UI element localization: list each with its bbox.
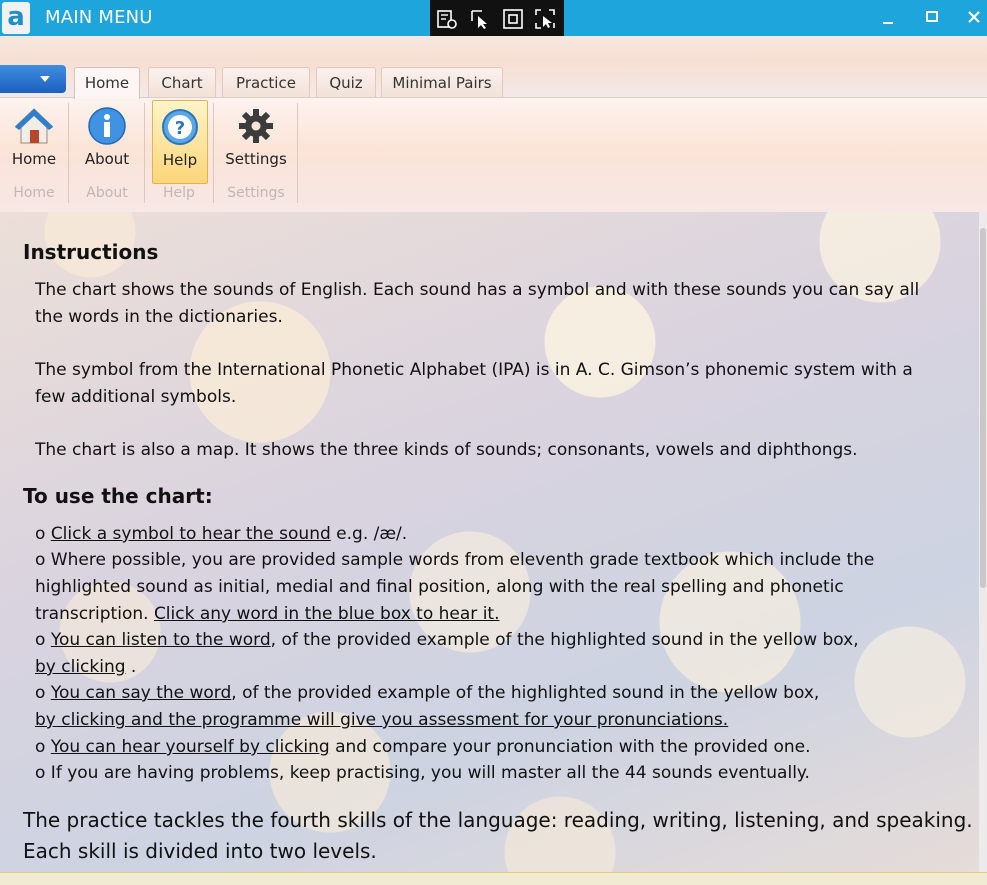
hear-yourself-link[interactable]: You can hear yourself by clicking xyxy=(51,737,330,757)
window-title: MAIN MENU xyxy=(45,7,153,28)
instructions-para1-line1: The chart shows the sounds of English. E… xyxy=(35,280,920,300)
practice-line2: Each skill is divided into two levels. xyxy=(23,839,377,863)
bullet-4-line1: o You can say the word, of the provided … xyxy=(35,680,819,707)
tab-practice[interactable]: Practice xyxy=(222,67,310,98)
bullet-2-line1: o Where possible, you are provided sampl… xyxy=(35,550,875,570)
bullet-prefix: o xyxy=(35,630,51,650)
ribbon-panel: Home Home About About ? Help Help Settin… xyxy=(0,97,987,213)
group-label-about: About xyxy=(86,185,128,201)
gear-icon xyxy=(239,109,273,143)
bullet-2-line3: transcription. Click any word in the blu… xyxy=(35,601,500,628)
listen-by-clicking-link[interactable]: by clicking xyxy=(35,657,126,677)
capture-settings-icon[interactable] xyxy=(436,8,458,30)
say-word-link[interactable]: You can say the word xyxy=(51,683,231,703)
status-bar xyxy=(0,872,987,885)
hear-sound-link[interactable]: Click a symbol to hear the sound xyxy=(51,524,331,544)
capture-region-icon[interactable] xyxy=(534,8,556,30)
maximize-icon[interactable] xyxy=(920,6,944,28)
title-bar: a MAIN MENU xyxy=(0,0,987,46)
help-question-icon: ? xyxy=(162,109,198,145)
bullet-5: o You can hear yourself by clicking and … xyxy=(35,734,811,761)
capture-pointer-icon[interactable] xyxy=(470,8,492,30)
instructions-heading: Instructions xyxy=(23,240,159,264)
dropdown-arrow-icon xyxy=(40,76,50,82)
settings-button-label: Settings xyxy=(225,150,287,168)
home-button[interactable]: Home xyxy=(5,102,63,182)
bullet-1-suffix: e.g. /æ/. xyxy=(330,524,408,544)
bullet-4-line2: by clicking and the programme will give … xyxy=(35,707,728,734)
group-label-home: Home xyxy=(13,185,55,201)
instructions-para3: The chart is also a map. It shows the th… xyxy=(35,440,858,460)
tab-minimal-pairs[interactable]: Minimal Pairs xyxy=(381,67,503,98)
about-button[interactable]: About xyxy=(78,102,136,182)
listen-word-link[interactable]: You can listen to the word xyxy=(51,630,271,650)
instructions-content: Instructions The chart shows the sounds … xyxy=(0,212,987,872)
bullet-4-suffix: , of the provided example of the highlig… xyxy=(231,683,820,703)
bullet-prefix: o xyxy=(35,737,51,757)
group-label-help: Help xyxy=(163,185,195,201)
assessment-link[interactable]: by clicking and the programme will give … xyxy=(35,710,728,730)
help-button-label: Help xyxy=(162,151,198,169)
bullet-3-line1: o You can listen to the word, of the pro… xyxy=(35,627,859,654)
bullet-3-line2: by clicking . xyxy=(35,654,136,681)
click-word-link[interactable]: Click any word in the blue box to hear i… xyxy=(154,604,500,624)
svg-text:?: ? xyxy=(175,118,185,139)
bullet-3-line2-suffix: . xyxy=(125,657,137,677)
instructions-para2-line2: few additional symbols. xyxy=(35,387,237,407)
practice-line1: The practice tackles the fourth skills o… xyxy=(23,808,973,832)
help-button[interactable]: ? Help xyxy=(152,100,208,184)
bullet-prefix: o xyxy=(35,683,51,703)
close-icon[interactable] xyxy=(962,6,986,28)
tab-chart[interactable]: Chart xyxy=(148,67,216,98)
instructions-para1-line2: the words in the dictionaries. xyxy=(35,307,283,327)
app-logo: a xyxy=(2,2,30,34)
group-label-settings: Settings xyxy=(227,185,285,201)
scrollbar-thumb[interactable] xyxy=(980,228,986,588)
bullet-3-suffix: , of the provided example of the highlig… xyxy=(270,630,859,650)
bullet-5-suffix: and compare your pronunciation with the … xyxy=(329,737,811,757)
settings-button[interactable]: Settings xyxy=(225,102,287,182)
capture-window-icon[interactable] xyxy=(502,8,524,30)
use-chart-heading: To use the chart: xyxy=(23,484,213,508)
house-icon xyxy=(14,108,54,144)
info-icon xyxy=(88,107,126,145)
application-menu-button[interactable] xyxy=(0,65,66,93)
home-button-label: Home xyxy=(11,150,57,168)
tab-quiz[interactable]: Quiz xyxy=(316,67,376,98)
about-button-label: About xyxy=(84,150,130,168)
instructions-para2-line1: The symbol from the International Phonet… xyxy=(35,360,913,380)
bullet-1: o Click a symbol to hear the sound e.g. … xyxy=(35,521,407,548)
tab-home[interactable]: Home xyxy=(74,67,140,99)
group-separator xyxy=(297,103,298,203)
minimize-icon[interactable] xyxy=(876,6,900,28)
bullet-prefix: o xyxy=(35,524,51,544)
bullet-2-line3-prefix: transcription. xyxy=(35,604,154,624)
bullet-6: o If you are having problems, keep pract… xyxy=(35,763,810,783)
bullet-2-line2: highlighted sound as initial, medial and… xyxy=(35,577,844,597)
